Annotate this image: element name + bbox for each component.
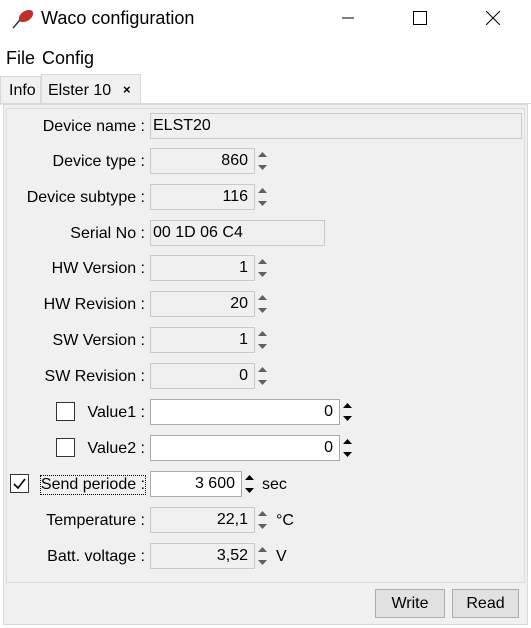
spin-up-icon[interactable] [254,543,271,556]
hw-version-spinner[interactable] [254,255,271,281]
device-subtype-field: 116 [150,184,255,210]
batt-voltage-label: Batt. voltage : [47,548,145,565]
spin-up-icon[interactable] [254,184,271,197]
spin-down-icon[interactable] [254,340,271,353]
menu-bar: File Config [0,44,531,70]
batt-voltage-unit: V [276,548,287,565]
spin-up-icon[interactable] [254,255,271,268]
device-type-field: 860 [150,148,255,174]
value1-label: Value1 : [87,404,145,421]
device-type-value: 860 [221,152,248,169]
temperature-spinner[interactable] [254,507,271,533]
temperature-field: 22,1 [150,507,255,533]
sw-version-field: 1 [150,327,255,353]
value1-input[interactable]: 0 [150,399,340,425]
spin-down-icon[interactable] [254,304,271,317]
spin-down-icon[interactable] [254,556,271,569]
device-type-label: Device type : [52,153,145,170]
hw-version-value: 1 [239,259,248,276]
app-icon [12,9,34,29]
maximize-icon [413,11,427,25]
batt-voltage-value: 3,52 [216,547,248,564]
minimize-button[interactable] [325,0,371,36]
device-subtype-spinner[interactable] [254,184,271,210]
device-name-label: Device name : [42,118,145,135]
sw-revision-label: SW Revision : [44,368,145,385]
value2-value: 0 [324,439,333,456]
send-periode-label: Send periode : [39,475,147,495]
spin-up-icon[interactable] [254,363,271,376]
close-icon [486,11,500,25]
sw-revision-field: 0 [150,363,255,389]
send-periode-checkbox[interactable] [10,474,29,493]
checkmark-icon [13,478,26,490]
spin-up-icon[interactable] [254,148,271,161]
read-button[interactable]: Read [452,589,519,618]
serial-no-field: 00 1D 06 C4 [150,220,325,246]
temperature-unit: °C [276,512,294,529]
tab-elster-label: Elster 10 [48,82,112,99]
minimize-icon [342,17,354,19]
sw-revision-value: 0 [239,367,248,384]
value2-spinner[interactable] [339,435,356,461]
value1-checkbox[interactable] [56,402,75,421]
close-button[interactable] [470,0,516,36]
device-subtype-value: 116 [222,188,248,205]
temperature-label: Temperature : [46,512,145,529]
tab-info[interactable]: Info [0,76,41,105]
sw-version-label: SW Version : [52,332,145,349]
spin-up-icon[interactable] [339,399,356,412]
spin-down-icon[interactable] [254,376,271,389]
menu-file[interactable]: File [6,48,35,69]
send-periode-unit: sec [262,476,287,493]
device-name-field: ELST20 [150,113,522,139]
serial-no-value: 00 1D 06 C4 [153,224,243,241]
title-bar: Waco configuration [0,0,531,36]
value2-checkbox[interactable] [56,438,75,457]
batt-voltage-field: 3,52 [150,543,255,569]
maximize-button[interactable] [397,0,443,36]
menu-config[interactable]: Config [42,48,94,69]
spin-down-icon[interactable] [339,412,356,425]
hw-version-label: HW Version : [51,260,145,277]
serial-no-label: Serial No : [70,225,145,242]
write-button[interactable]: Write [375,589,445,618]
spin-down-icon[interactable] [254,268,271,281]
window-title: Waco configuration [41,8,195,28]
hw-revision-label: HW Revision : [43,296,145,313]
spin-up-icon[interactable] [254,507,271,520]
temperature-value: 22,1 [216,511,248,528]
spin-up-icon[interactable] [254,327,271,340]
device-type-spinner[interactable] [254,148,271,174]
spin-up-icon[interactable] [339,435,356,448]
hw-revision-value: 20 [230,295,248,312]
batt-voltage-spinner[interactable] [254,543,271,569]
device-name-value: ELST20 [153,117,211,134]
value2-label: Value2 : [87,440,145,457]
hw-version-field: 1 [150,255,255,281]
spin-up-icon[interactable] [241,471,258,484]
spin-down-icon[interactable] [254,161,271,174]
value1-spinner[interactable] [339,399,356,425]
hw-revision-field: 20 [150,291,255,317]
spin-down-icon[interactable] [241,484,258,497]
spin-down-icon[interactable] [339,448,356,461]
value1-value: 0 [324,403,333,420]
spin-down-icon[interactable] [254,520,271,533]
sw-revision-spinner[interactable] [254,363,271,389]
spin-up-icon[interactable] [254,291,271,304]
hw-revision-spinner[interactable] [254,291,271,317]
send-periode-input[interactable]: 3 600 [150,471,242,497]
value2-input[interactable]: 0 [150,435,340,461]
tab-info-label: Info [9,82,36,99]
sw-version-value: 1 [239,331,248,348]
tab-elster-10[interactable]: Elster 10 × [41,74,141,105]
sw-version-spinner[interactable] [254,327,271,353]
send-periode-spinner[interactable] [241,471,258,497]
device-subtype-label: Device subtype : [26,189,145,206]
spin-down-icon[interactable] [254,197,271,210]
tab-close-icon[interactable]: × [123,82,131,97]
send-periode-value: 3 600 [194,475,235,492]
